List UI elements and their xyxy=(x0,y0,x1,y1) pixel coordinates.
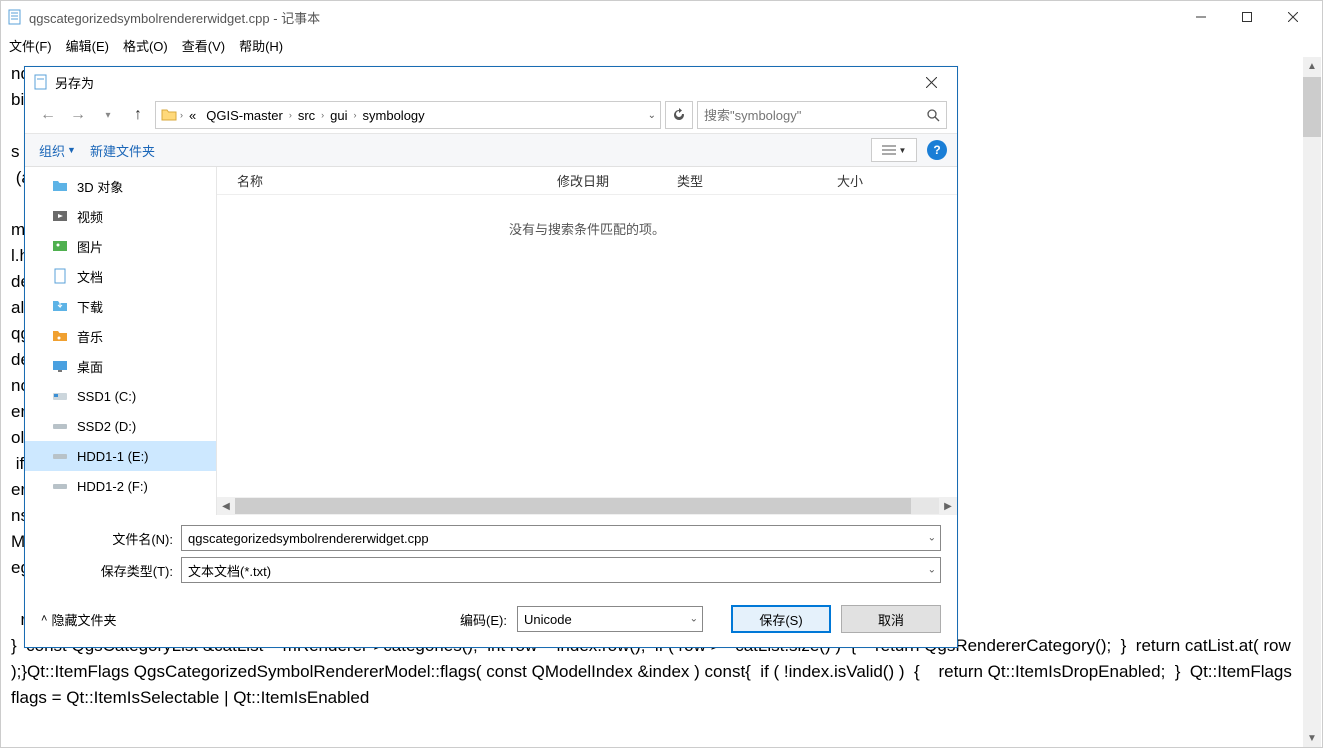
toolbar: 组织 ▼ 新建文件夹 ▼ ? xyxy=(25,133,957,167)
savetype-label: 保存类型(T): xyxy=(41,561,173,580)
encoding-select[interactable]: Unicode ⌄ xyxy=(517,606,703,632)
menu-help[interactable]: 帮助(H) xyxy=(239,36,283,55)
menu-view[interactable]: 查看(V) xyxy=(182,36,225,55)
tree-item-downloads[interactable]: 下载 xyxy=(25,291,216,321)
cancel-button[interactable]: 取消 xyxy=(841,605,941,633)
chevron-right-icon: › xyxy=(180,110,183,120)
chevron-down-icon[interactable]: ⌄ xyxy=(648,110,656,121)
search-input[interactable] xyxy=(704,108,926,123)
folder-downloads-icon xyxy=(51,297,69,315)
chevron-right-icon: › xyxy=(354,110,357,120)
chevron-down-icon[interactable]: ⌄ xyxy=(690,614,698,625)
notepad-title: qgscategorizedsymbolrendererwidget.cpp -… xyxy=(29,8,1178,27)
view-options-button[interactable]: ▼ xyxy=(871,138,917,162)
filename-form: 文件名(N): qgscategorizedsymbolrendererwidg… xyxy=(25,515,957,595)
filename-label: 文件名(N): xyxy=(41,529,173,548)
save-button[interactable]: 保存(S) xyxy=(731,605,831,633)
vertical-scrollbar[interactable]: ▲ ▼ xyxy=(1303,57,1321,747)
folder-music-icon xyxy=(51,327,69,345)
file-list: 名称 修改日期 类型 大小 没有与搜索条件匹配的项。 ◀ ▶ xyxy=(217,167,957,515)
menu-format[interactable]: 格式(O) xyxy=(123,36,168,55)
chevron-down-icon[interactable]: ⌄ xyxy=(928,565,936,576)
save-as-dialog: 另存为 ← → ▾ ↑ › « QGIS-master › src › gui … xyxy=(24,66,958,648)
tree-item-drive-c[interactable]: SSD1 (C:) xyxy=(25,381,216,411)
scroll-down-icon[interactable]: ▼ xyxy=(1303,729,1321,747)
search-icon[interactable] xyxy=(926,108,940,122)
breadcrumb-item[interactable]: symbology xyxy=(359,108,429,123)
scroll-left-icon[interactable]: ◀ xyxy=(217,501,235,512)
breadcrumb-item[interactable]: QGIS-master xyxy=(202,108,287,123)
column-modified[interactable]: 修改日期 xyxy=(557,171,677,190)
refresh-button[interactable] xyxy=(665,101,693,129)
tree-item-drive-d[interactable]: SSD2 (D:) xyxy=(25,411,216,441)
help-button[interactable]: ? xyxy=(927,140,947,160)
nav-up-button[interactable]: ↑ xyxy=(125,102,151,128)
column-name[interactable]: 名称 xyxy=(237,171,557,190)
drive-icon xyxy=(51,417,69,435)
breadcrumb-item[interactable]: src xyxy=(294,108,319,123)
horizontal-scrollbar[interactable]: ◀ ▶ xyxy=(217,497,957,515)
tree-item-pictures[interactable]: 图片 xyxy=(25,231,216,261)
chevron-down-icon[interactable]: ⌄ xyxy=(928,533,936,544)
empty-message: 没有与搜索条件匹配的项。 xyxy=(217,195,957,497)
chevron-right-icon: › xyxy=(321,110,324,120)
drive-icon xyxy=(51,447,69,465)
tree-item-3d[interactable]: 3D 对象 xyxy=(25,171,216,201)
breadcrumb[interactable]: › « QGIS-master › src › gui › symbology … xyxy=(155,101,661,129)
view-list-icon xyxy=(882,144,896,156)
dialog-footer: ˄ 隐藏文件夹 编码(E): Unicode ⌄ 保存(S) 取消 xyxy=(25,595,957,647)
menu-edit[interactable]: 编辑(E) xyxy=(66,36,109,55)
tree-item-music[interactable]: 音乐 xyxy=(25,321,216,351)
encoding-label: 编码(E): xyxy=(460,610,507,629)
save-as-icon xyxy=(33,74,49,90)
dialog-close-button[interactable] xyxy=(913,69,949,95)
new-folder-button[interactable]: 新建文件夹 xyxy=(86,139,159,162)
file-list-header: 名称 修改日期 类型 大小 xyxy=(217,167,957,195)
scroll-thumb[interactable] xyxy=(1303,77,1321,137)
dialog-body: 3D 对象 视频 图片 文档 下载 音乐 桌面 SSD1 (C:) SSD2 (… xyxy=(25,167,957,515)
column-type[interactable]: 类型 xyxy=(677,171,837,190)
close-button[interactable] xyxy=(1270,2,1316,32)
menu-file[interactable]: 文件(F) xyxy=(9,36,52,55)
chevron-right-icon: › xyxy=(289,110,292,120)
notepad-icon xyxy=(7,9,23,25)
search-input-wrapper xyxy=(697,101,947,129)
drive-ssd-icon xyxy=(51,387,69,405)
drive-icon xyxy=(51,477,69,495)
filename-input[interactable]: qgscategorizedsymbolrendererwidget.cpp ⌄ xyxy=(181,525,941,551)
column-size[interactable]: 大小 xyxy=(837,171,917,190)
folder-video-icon xyxy=(51,207,69,225)
folder-desktop-icon xyxy=(51,357,69,375)
chevron-up-icon: ˄ xyxy=(41,613,47,625)
nav-forward-button[interactable]: → xyxy=(65,102,91,128)
scroll-thumb[interactable] xyxy=(235,498,911,514)
savetype-select[interactable]: 文本文档(*.txt) ⌄ xyxy=(181,557,941,583)
breadcrumb-prefix: « xyxy=(185,108,200,123)
breadcrumb-item[interactable]: gui xyxy=(326,108,351,123)
scroll-up-icon[interactable]: ▲ xyxy=(1303,57,1321,75)
folder-pictures-icon xyxy=(51,237,69,255)
notepad-titlebar: qgscategorizedsymbolrendererwidget.cpp -… xyxy=(1,1,1322,33)
maximize-button[interactable] xyxy=(1224,2,1270,32)
chevron-down-icon: ▼ xyxy=(67,145,76,155)
minimize-button[interactable] xyxy=(1178,2,1224,32)
nav-recent-dropdown[interactable]: ▾ xyxy=(95,102,121,128)
nav-back-button[interactable]: ← xyxy=(35,102,61,128)
folder-docs-icon xyxy=(51,267,69,285)
organize-menu[interactable]: 组织 ▼ xyxy=(35,139,80,162)
folder-3d-icon xyxy=(51,177,69,195)
tree-item-drive-e[interactable]: HDD1-1 (E:) xyxy=(25,441,216,471)
nav-row: ← → ▾ ↑ › « QGIS-master › src › gui › sy… xyxy=(25,97,957,133)
save-as-titlebar: 另存为 xyxy=(25,67,957,97)
scroll-right-icon[interactable]: ▶ xyxy=(939,501,957,512)
save-as-title: 另存为 xyxy=(55,73,913,92)
notepad-menubar: 文件(F) 编辑(E) 格式(O) 查看(V) 帮助(H) xyxy=(1,33,1322,57)
tree-item-desktop[interactable]: 桌面 xyxy=(25,351,216,381)
tree-item-drive-f[interactable]: HDD1-2 (F:) xyxy=(25,471,216,501)
tree-item-documents[interactable]: 文档 xyxy=(25,261,216,291)
folder-tree[interactable]: 3D 对象 视频 图片 文档 下载 音乐 桌面 SSD1 (C:) SSD2 (… xyxy=(25,167,217,515)
folder-icon xyxy=(160,106,178,124)
tree-item-videos[interactable]: 视频 xyxy=(25,201,216,231)
hide-folders-toggle[interactable]: ˄ 隐藏文件夹 xyxy=(41,610,116,629)
